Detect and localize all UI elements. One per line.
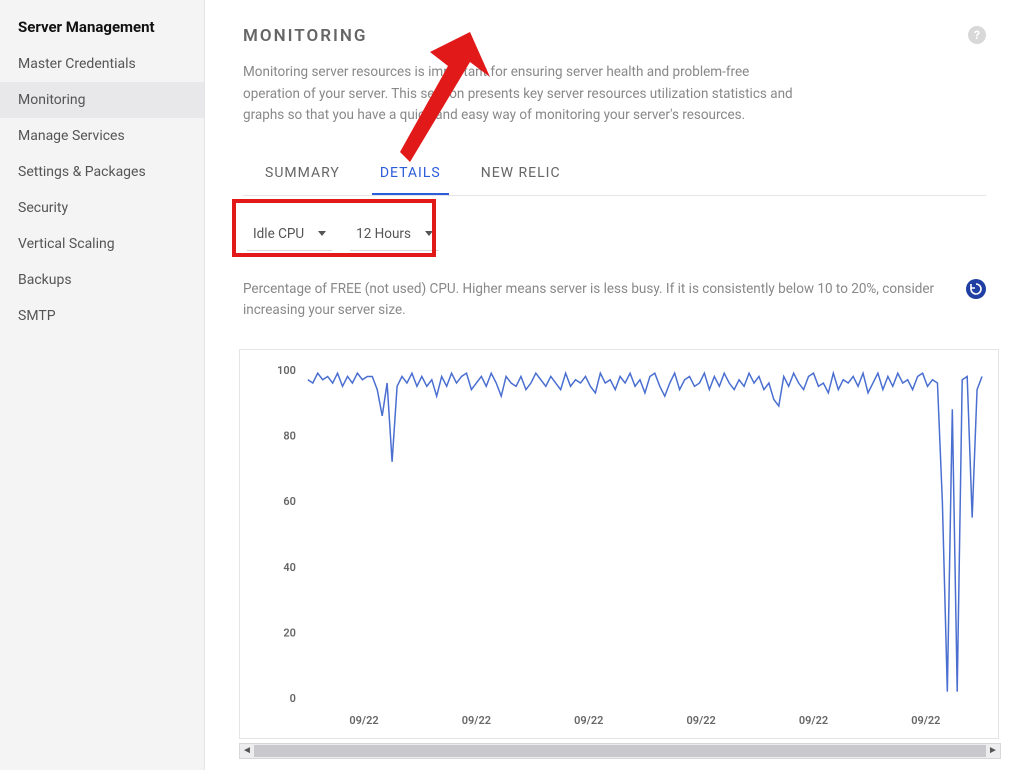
metric-select[interactable]: Idle CPU (247, 218, 332, 251)
svg-text:09/22: 09/22 (349, 714, 378, 727)
tab-summary[interactable]: SUMMARY (257, 155, 348, 195)
svg-text:100: 100 (277, 364, 296, 377)
chart-description: Percentage of FREE (not used) CPU. Highe… (243, 279, 943, 321)
cpu-chart: 0 20 40 60 80 100 09/22 09/22 09/22 09/22 09/22 09/… (239, 349, 999, 739)
timerange-select-value: 12 Hours (356, 226, 411, 242)
sidebar-item-master-credentials[interactable]: Master Credentials (0, 46, 204, 82)
svg-text:09/22: 09/22 (911, 714, 940, 727)
content-area: ? MONITORING Monitoring server resources… (205, 0, 1024, 770)
scroll-right-icon[interactable]: ► (986, 744, 1000, 758)
chevron-down-icon (425, 231, 433, 236)
tab-details[interactable]: DETAILS (372, 155, 449, 195)
monitoring-tabs: SUMMARY DETAILS NEW RELIC (243, 155, 986, 196)
svg-text:60: 60 (283, 495, 296, 508)
tab-new-relic[interactable]: NEW RELIC (473, 155, 569, 195)
sidebar-item-vertical-scaling[interactable]: Vertical Scaling (0, 226, 204, 262)
sidebar-item-backups[interactable]: Backups (0, 262, 204, 298)
sidebar-title: Server Management (0, 18, 204, 46)
svg-text:09/22: 09/22 (574, 714, 603, 727)
refresh-icon (969, 282, 983, 296)
svg-text:40: 40 (283, 560, 296, 573)
page-description: Monitoring server resources is important… (243, 62, 803, 127)
scroll-thumb[interactable] (254, 745, 986, 757)
svg-text:09/22: 09/22 (462, 714, 491, 727)
svg-text:20: 20 (283, 626, 296, 639)
sidebar-item-monitoring[interactable]: Monitoring (0, 82, 204, 118)
filter-controls: Idle CPU 12 Hours (243, 218, 986, 251)
svg-text:80: 80 (283, 429, 296, 442)
svg-text:09/22: 09/22 (799, 714, 828, 727)
sidebar-item-smtp[interactable]: SMTP (0, 298, 204, 334)
sidebar-item-settings-packages[interactable]: Settings & Packages (0, 154, 204, 190)
refresh-button[interactable] (966, 279, 986, 299)
chart-scrollbar[interactable]: ◄ ► (239, 743, 1001, 759)
sidebar-item-security[interactable]: Security (0, 190, 204, 226)
metric-select-value: Idle CPU (253, 226, 304, 242)
svg-text:09/22: 09/22 (687, 714, 716, 727)
page-title: MONITORING (243, 26, 986, 46)
chevron-down-icon (318, 231, 326, 236)
sidebar-item-manage-services[interactable]: Manage Services (0, 118, 204, 154)
server-management-sidebar: Server Management Master Credentials Mon… (0, 0, 205, 770)
timerange-select[interactable]: 12 Hours (350, 218, 439, 251)
svg-text:0: 0 (290, 692, 296, 705)
scroll-left-icon[interactable]: ◄ (240, 744, 254, 758)
help-icon[interactable]: ? (968, 26, 986, 44)
